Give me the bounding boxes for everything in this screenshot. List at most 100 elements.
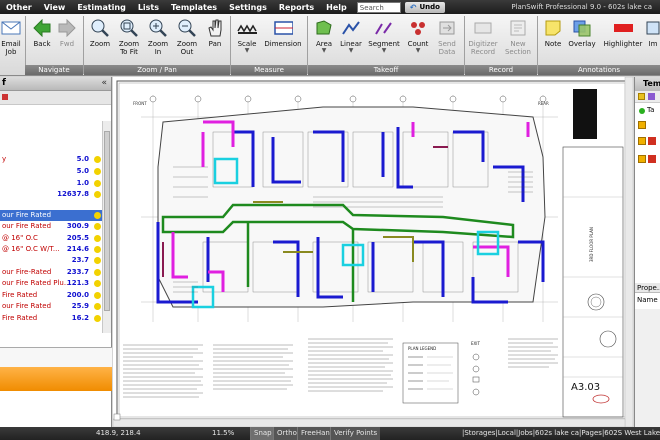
search-input[interactable]: Search (356, 1, 401, 13)
canvas-vertical-scrollbar[interactable] (624, 77, 633, 427)
pan-label: Pan (208, 40, 222, 48)
takeoff-items-panel: f « y 5.0 5.0 1.0 12637.8 our Fire Rated our F… (0, 77, 112, 427)
lightbulb-icon[interactable] (94, 180, 101, 187)
zoom-label: Zoom (89, 40, 111, 48)
takeoff-list-item[interactable]: @ 16" O.C 205.5 (0, 233, 103, 244)
takeoff-list-item[interactable]: our Fire Rated Plu... 121.3 (0, 278, 103, 289)
overlay-label: Overlay (568, 40, 596, 48)
menu-settings[interactable]: Settings (223, 3, 273, 12)
lightbulb-icon[interactable] (94, 246, 101, 253)
folder-closed-icon[interactable] (638, 121, 646, 129)
left-panel-title: f (2, 78, 6, 88)
takeoff-list-item[interactable]: our Fire Rated 300.9 (0, 221, 103, 232)
lightbulb-icon[interactable] (94, 223, 101, 230)
menu-other[interactable]: Other (0, 3, 38, 12)
template-tab-row[interactable]: Ta (635, 105, 660, 117)
lightbulb-icon[interactable] (94, 292, 101, 299)
undo-button[interactable]: ↶ Undo (404, 1, 445, 13)
group-zoom-pan-label: Zoom / Pan (84, 65, 230, 75)
folder-closed-icon-2[interactable] (638, 137, 646, 145)
menu-lists[interactable]: Lists (132, 3, 165, 12)
new-section-button[interactable]: New Section (503, 18, 533, 64)
overlay-button[interactable]: Overlay (567, 18, 597, 64)
scale-icon (237, 18, 257, 38)
scale-button[interactable]: Scale ▼ (232, 18, 262, 64)
takeoff-list-item[interactable]: 23.7 (0, 255, 103, 266)
takeoff-list-item[interactable]: Fire Rated 200.0 (0, 290, 103, 301)
drawing-canvas[interactable]: FRONT REAR 3RD FLOOR PLAN A3.03 PLAN LEG… (113, 77, 633, 427)
zoom-to-fit-button[interactable]: Zoom To Fit (114, 18, 144, 64)
takeoff-list-item[interactable]: our Fire Rated 25.9 (0, 301, 103, 312)
send-data-button[interactable]: Send Data (432, 18, 462, 64)
undo-label: Undo (419, 3, 440, 11)
menu-view[interactable]: View (38, 3, 72, 12)
lightbulb-icon[interactable] (94, 315, 101, 322)
cursor-coordinates: 418.9, 218.4 (96, 429, 141, 437)
folder-closed-icon-3[interactable] (638, 155, 646, 163)
linear-icon (341, 18, 361, 38)
lightbulb-icon[interactable] (94, 269, 101, 276)
area-button[interactable]: Area ▼ (309, 18, 339, 64)
takeoff-list-item[interactable]: @ 16" O.C W/T... 214.6 (0, 244, 103, 255)
left-panel-toolbar (0, 91, 111, 105)
plan-legend-title: PLAN LEGEND (408, 346, 436, 351)
group-navigate-label: Navigate (25, 65, 83, 75)
menu-templates[interactable]: Templates (165, 3, 223, 12)
digitizer-record-button[interactable]: Digitizer Record (466, 18, 500, 64)
verify-points-toggle[interactable]: Verify Points (330, 427, 381, 440)
left-scroll-thumb[interactable] (104, 131, 110, 311)
pan-button[interactable]: Pan (200, 18, 230, 64)
new-section-icon (508, 18, 528, 38)
segment-button[interactable]: Segment ▼ (366, 18, 402, 64)
zoom-level: 11.5% (212, 429, 235, 437)
lightbulb-icon[interactable] (94, 280, 101, 287)
zoom-button[interactable]: Zoom (85, 18, 115, 64)
template-icon[interactable] (648, 93, 655, 100)
linear-button[interactable]: Linear ▼ (336, 18, 366, 64)
collapse-panel-icon[interactable]: « (101, 78, 107, 88)
takeoff-list-item[interactable]: our Fire Rated (0, 210, 103, 221)
folder-icon[interactable] (638, 93, 645, 100)
ortho-toggle[interactable]: Ortho (273, 427, 300, 440)
menu-reports[interactable]: Reports (273, 3, 320, 12)
zoom-out-button[interactable]: Zoom Out (172, 18, 202, 64)
delete-item-icon[interactable] (2, 94, 8, 100)
takeoff-item-value: 12637.8 (57, 190, 89, 198)
menu-estimating[interactable]: Estimating (71, 3, 132, 12)
image-icon (643, 18, 660, 38)
email-job-button[interactable]: Email Job (0, 18, 26, 64)
lightbulb-icon[interactable] (94, 257, 101, 264)
takeoff-list-item[interactable]: our Fire-Rated 233.7 (0, 267, 103, 278)
delete-icon[interactable] (648, 137, 656, 145)
takeoff-list-item[interactable]: Fire Rated 16.2 (0, 313, 103, 324)
left-panel-scrollbar[interactable] (102, 121, 111, 333)
lightbulb-icon[interactable] (94, 191, 101, 198)
delete-icon-2[interactable] (648, 155, 656, 163)
zoom-in-button[interactable]: Zoom In (143, 18, 173, 64)
lightbulb-icon[interactable] (94, 303, 101, 310)
dimension-button[interactable]: Dimension (264, 18, 302, 64)
takeoff-list-item[interactable]: 1.0 (0, 178, 103, 189)
lightbulb-icon[interactable] (94, 156, 101, 163)
forward-label: Fwd (59, 40, 75, 48)
lightbulb-icon[interactable] (94, 235, 101, 242)
back-arrow-icon (32, 18, 52, 38)
menu-help[interactable]: Help (320, 3, 353, 12)
note-button[interactable]: Note (538, 18, 568, 64)
takeoff-item-value: 25.9 (71, 302, 89, 310)
lightbulb-icon[interactable] (94, 212, 101, 219)
takeoff-list-item[interactable]: 5.0 (0, 166, 103, 177)
lightbulb-icon[interactable] (94, 168, 101, 175)
takeoff-list-item[interactable]: y 5.0 (0, 154, 103, 165)
takeoff-list-item[interactable]: 12637.8 (0, 189, 103, 200)
count-button[interactable]: Count ▼ (403, 18, 433, 64)
zoom-out-icon (177, 18, 197, 38)
digitizer-record-label: Digitizer Record (468, 40, 498, 56)
snap-toggle[interactable]: Snap (250, 427, 275, 440)
canvas-horizontal-scrollbar[interactable] (113, 418, 626, 427)
forward-button[interactable]: Fwd (52, 18, 82, 64)
takeoff-item-name: Fire Rated (2, 314, 38, 322)
highlighter-button[interactable]: Highlighter (603, 18, 643, 64)
floor-plan-drawing[interactable]: FRONT REAR 3RD FLOOR PLAN A3.03 PLAN LEG… (113, 77, 633, 427)
image-button[interactable]: Im (643, 18, 660, 64)
